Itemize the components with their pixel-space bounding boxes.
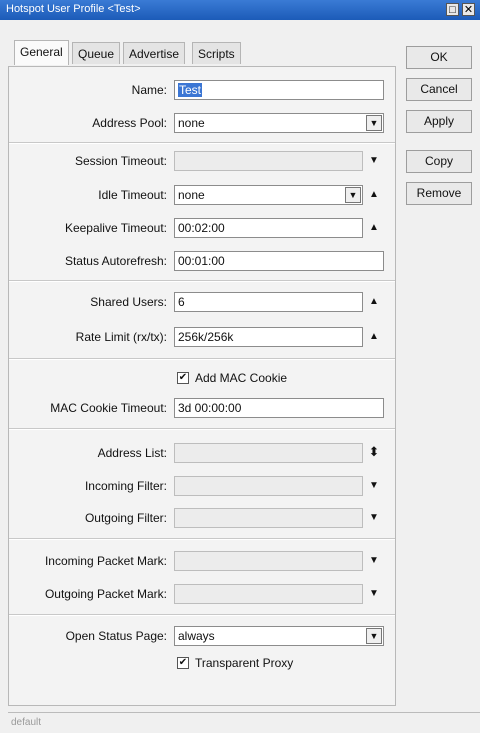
idle-timeout-collapse-icon[interactable]: ▲ <box>368 189 380 201</box>
cancel-button[interactable]: Cancel <box>406 78 472 101</box>
rate-limit-label: Rate Limit (rx/tx): <box>75 330 167 344</box>
tab-advertise[interactable]: Advertise <box>123 42 186 64</box>
add-mac-cookie-label: Add MAC Cookie <box>195 371 288 385</box>
address-pool-label: Address Pool: <box>92 116 167 130</box>
separator <box>9 538 395 540</box>
name-label: Name: <box>131 83 167 97</box>
idle-timeout-select[interactable]: none ▼ <box>174 185 363 205</box>
shared-users-value: 6 <box>178 295 185 309</box>
keepalive-timeout-input[interactable]: 00:02:00 <box>174 218 363 238</box>
remove-button[interactable]: Remove <box>406 182 472 205</box>
rate-limit-value: 256k/256k <box>178 330 234 344</box>
outgoing-filter-expand-icon[interactable]: ▼ <box>368 512 380 524</box>
keepalive-timeout-label: Keepalive Timeout: <box>64 221 167 235</box>
ok-button[interactable]: OK <box>406 46 472 69</box>
separator <box>9 358 395 360</box>
transparent-proxy-label: Transparent Proxy <box>195 656 294 670</box>
open-status-page-select[interactable]: always ▼ <box>174 626 384 646</box>
rate-limit-input[interactable]: 256k/256k <box>174 327 363 347</box>
close-button[interactable]: ✕ <box>462 3 475 16</box>
transparent-proxy-checkbox[interactable]: ✔ <box>177 657 189 669</box>
open-status-page-dropdown-icon[interactable]: ▼ <box>366 628 382 644</box>
address-list-label: Address List: <box>97 446 167 460</box>
mac-cookie-timeout-value: 3d 00:00:00 <box>178 401 242 415</box>
open-status-page-label: Open Status Page: <box>65 629 167 643</box>
idle-timeout-value: none <box>178 188 205 202</box>
name-input[interactable]: Test <box>174 80 384 100</box>
separator <box>9 428 395 430</box>
window-title: Hotspot User Profile <Test> <box>6 3 141 15</box>
outgoing-packet-mark-label: Outgoing Packet Mark: <box>44 587 167 601</box>
outgoing-filter-input[interactable] <box>174 508 363 528</box>
status-text: default <box>11 717 42 728</box>
idle-timeout-label: Idle Timeout: <box>98 188 167 202</box>
session-timeout-label: Session Timeout: <box>74 154 167 168</box>
open-status-page-value: always <box>178 629 215 643</box>
tab-scripts[interactable]: Scripts <box>192 42 241 64</box>
idle-timeout-dropdown-icon[interactable]: ▼ <box>345 187 361 203</box>
shared-users-input[interactable]: 6 <box>174 292 363 312</box>
address-pool-value: none <box>178 116 205 130</box>
status-autorefresh-label: Status Autorefresh: <box>64 254 167 268</box>
status-autorefresh-input[interactable]: 00:01:00 <box>174 251 384 271</box>
incoming-packet-mark-expand-icon[interactable]: ▼ <box>368 555 380 567</box>
incoming-packet-mark-label: Incoming Packet Mark: <box>44 554 167 568</box>
mac-cookie-timeout-input[interactable]: 3d 00:00:00 <box>174 398 384 418</box>
copy-button[interactable]: Copy <box>406 150 472 173</box>
separator <box>9 614 395 616</box>
incoming-packet-mark-input[interactable] <box>174 551 363 571</box>
apply-button[interactable]: Apply <box>406 110 472 133</box>
status-autorefresh-value: 00:01:00 <box>178 254 225 268</box>
incoming-filter-label: Incoming Filter: <box>84 479 167 493</box>
address-list-input[interactable] <box>174 443 363 463</box>
tab-general[interactable]: General <box>14 40 69 65</box>
maximize-button[interactable]: □ <box>446 3 459 16</box>
incoming-filter-expand-icon[interactable]: ▼ <box>368 480 380 492</box>
address-pool-select[interactable]: none ▼ <box>174 113 384 133</box>
name-value: Test <box>178 83 203 97</box>
shared-users-collapse-icon[interactable]: ▲ <box>368 296 380 308</box>
outgoing-packet-mark-expand-icon[interactable]: ▼ <box>368 588 380 600</box>
separator <box>9 280 395 282</box>
shared-users-label: Shared Users: <box>90 295 167 309</box>
separator <box>9 142 395 144</box>
keepalive-timeout-collapse-icon[interactable]: ▲ <box>368 222 380 234</box>
address-pool-dropdown-icon[interactable]: ▼ <box>366 115 382 131</box>
mac-cookie-timeout-label: MAC Cookie Timeout: <box>50 401 167 415</box>
incoming-filter-input[interactable] <box>174 476 363 496</box>
outgoing-packet-mark-input[interactable] <box>174 584 363 604</box>
add-mac-cookie-checkbox[interactable]: ✔ <box>177 372 189 384</box>
hotspot-user-profile-window: Hotspot User Profile <Test> □ ✕ General … <box>0 0 480 732</box>
outgoing-filter-label: Outgoing Filter: <box>84 511 167 525</box>
session-timeout-input[interactable] <box>174 151 363 171</box>
title-bar[interactable]: Hotspot User Profile <Test> □ ✕ <box>0 0 480 20</box>
rate-limit-collapse-icon[interactable]: ▲ <box>368 331 380 343</box>
tab-queue[interactable]: Queue <box>72 42 121 64</box>
session-timeout-expand-icon[interactable]: ▼ <box>368 155 380 167</box>
status-bar: default <box>8 712 480 733</box>
address-list-updown-icon[interactable]: ⬍ <box>368 445 380 458</box>
keepalive-timeout-value: 00:02:00 <box>178 221 225 235</box>
